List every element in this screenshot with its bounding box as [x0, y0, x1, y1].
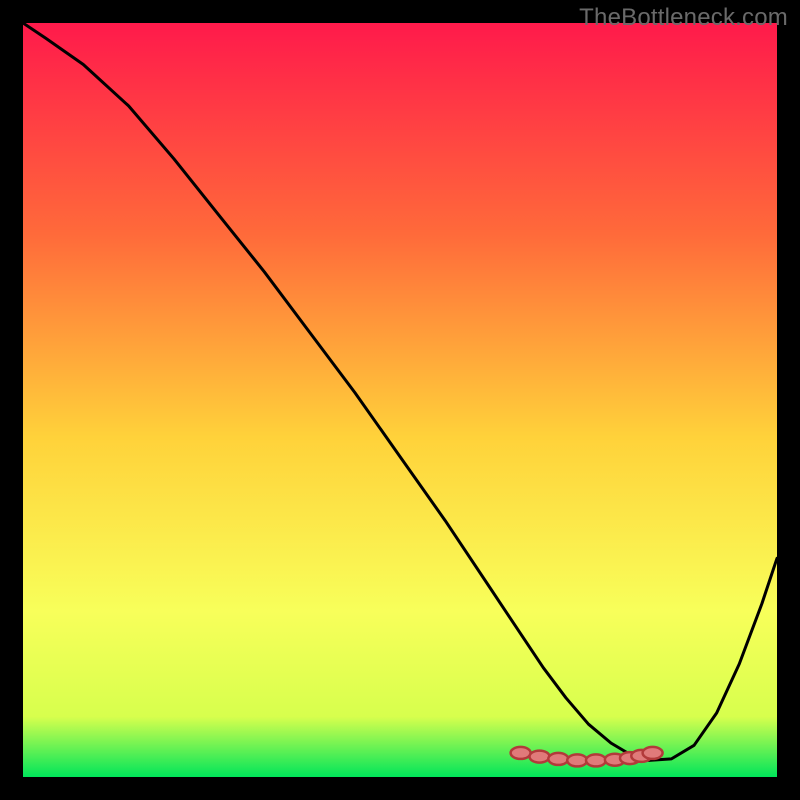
marker-dot — [586, 754, 606, 766]
marker-dot — [548, 753, 568, 765]
bottleneck-chart — [23, 23, 777, 777]
plot-area — [23, 23, 777, 777]
marker-dot — [511, 747, 531, 759]
marker-dot — [567, 754, 587, 766]
chart-frame: TheBottleneck.com — [0, 0, 800, 800]
gradient-background — [23, 23, 777, 777]
watermark-text: TheBottleneck.com — [579, 4, 788, 32]
marker-dot — [643, 747, 663, 759]
marker-dot — [530, 751, 550, 763]
